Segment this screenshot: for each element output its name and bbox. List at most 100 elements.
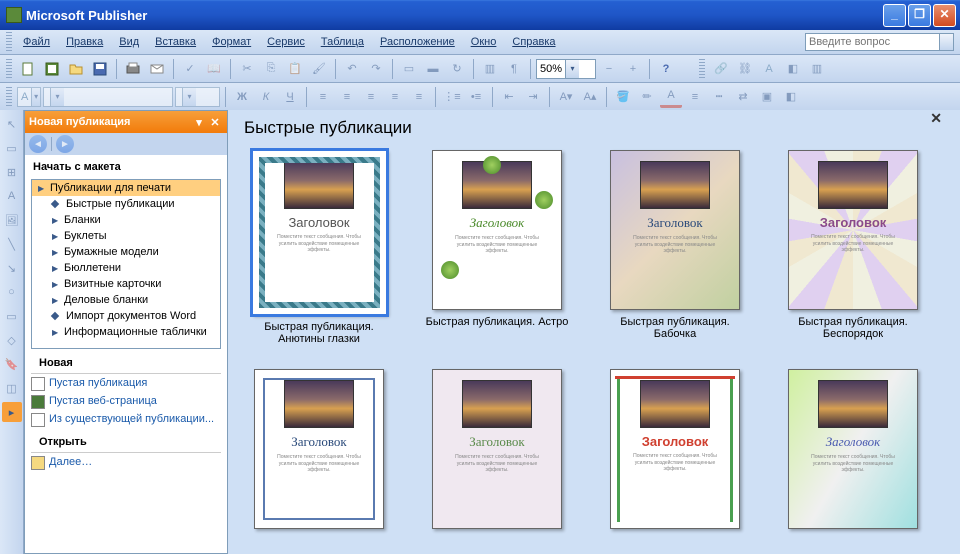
menu-help[interactable]: Справка: [504, 33, 563, 51]
menu-arrange[interactable]: Расположение: [372, 33, 463, 51]
pointer-tool[interactable]: ↖: [2, 114, 22, 134]
menu-file[interactable]: Файл: [15, 33, 58, 51]
tree-item-business[interactable]: ▶Деловые бланки: [32, 292, 220, 308]
nav-forward-button[interactable]: ►: [56, 135, 74, 153]
tree-item-info[interactable]: ▶Информационные таблички: [32, 324, 220, 340]
menu-edit[interactable]: Правка: [58, 33, 111, 51]
taskpane-toggle[interactable]: ▸: [2, 402, 22, 422]
oval-tool[interactable]: ○: [2, 282, 22, 302]
gallery-close-button[interactable]: ✕: [930, 110, 942, 127]
nav-back-button[interactable]: ◄: [29, 135, 47, 153]
help-dropdown-button[interactable]: [940, 33, 954, 51]
textbox-tool[interactable]: ▭: [2, 138, 22, 158]
shapes-tool[interactable]: ◇: [2, 330, 22, 350]
format-text-button[interactable]: A: [758, 58, 780, 80]
close-button[interactable]: ✕: [933, 4, 956, 27]
menu-service[interactable]: Сервис: [259, 33, 313, 51]
template-card[interactable]: ЗаголовокПоместите текст сообщения. Чтоб…: [422, 150, 572, 349]
link-blank-web[interactable]: Пустая веб-страница: [25, 392, 227, 410]
underline-button[interactable]: Ч: [279, 86, 301, 108]
menu-insert[interactable]: Вставка: [147, 33, 204, 51]
distribute-button[interactable]: ≡: [408, 86, 430, 108]
zoom-combo[interactable]: 50%▾: [536, 59, 596, 79]
font-size-dec-button[interactable]: A▾: [555, 86, 577, 108]
tree-item-paper[interactable]: ▶Бумажные модели: [32, 244, 220, 260]
arrow-style-button[interactable]: ⇄: [732, 86, 754, 108]
justify-button[interactable]: ≡: [384, 86, 406, 108]
arrow-tool[interactable]: ↘: [2, 258, 22, 278]
zoom-out-button[interactable]: −: [598, 58, 620, 80]
template-card[interactable]: ЗаголовокПоместите текст сообщения. Чтоб…: [778, 369, 928, 554]
size-combo[interactable]: ▾: [175, 87, 220, 107]
undo-button[interactable]: ↶: [341, 58, 363, 80]
tree-item-blanks[interactable]: ▶Бланки: [32, 212, 220, 228]
redo-button[interactable]: ↷: [365, 58, 387, 80]
bookmark-tool[interactable]: 🔖: [2, 354, 22, 374]
wordart-tool[interactable]: A: [2, 186, 22, 206]
copy-button[interactable]: ⎘: [260, 58, 282, 80]
menu-table[interactable]: Таблица: [313, 33, 372, 51]
link-blank-pub[interactable]: Пустая публикация: [25, 374, 227, 392]
tree-item-newsletters[interactable]: ▶Бюллетени: [32, 260, 220, 276]
zoom-in-button[interactable]: +: [622, 58, 644, 80]
templates-button[interactable]: [41, 58, 63, 80]
link-from-existing[interactable]: Из существующей публикации...: [25, 410, 227, 428]
align-left-button[interactable]: ≡: [312, 86, 334, 108]
help-search-input[interactable]: [805, 33, 940, 51]
shadow-button[interactable]: ▣: [756, 86, 778, 108]
indent-inc-button[interactable]: ⇥: [522, 86, 544, 108]
tree-item-import[interactable]: Импорт документов Word: [32, 308, 220, 324]
menu-window[interactable]: Окно: [463, 33, 505, 51]
link-button[interactable]: 🔗: [710, 58, 732, 80]
template-card[interactable]: ЗаголовокПоместите текст сообщения. Чтоб…: [600, 150, 750, 349]
design-gallery-tool[interactable]: ◫: [2, 378, 22, 398]
minimize-button[interactable]: _: [883, 4, 906, 27]
tree-item-cards[interactable]: ▶Визитные карточки: [32, 276, 220, 292]
taskpane-menu-button[interactable]: ▾: [191, 114, 207, 130]
rect-tool[interactable]: ▭: [2, 306, 22, 326]
format-painter-button[interactable]: 🖌: [308, 58, 330, 80]
spell-button[interactable]: ✓: [179, 58, 201, 80]
dash-style-button[interactable]: ┅: [708, 86, 730, 108]
picture-tool[interactable]: 🖼: [2, 210, 22, 230]
taskpane-close-button[interactable]: ✕: [207, 114, 223, 130]
print-button[interactable]: [122, 58, 144, 80]
unlink-button[interactable]: ⛓: [734, 58, 756, 80]
research-button[interactable]: 📖: [203, 58, 225, 80]
line-style-button[interactable]: ≡: [684, 86, 706, 108]
align-right-button[interactable]: ≡: [360, 86, 382, 108]
link-more[interactable]: Далее…: [25, 453, 227, 471]
new-button[interactable]: [17, 58, 39, 80]
save-button[interactable]: [89, 58, 111, 80]
indent-dec-button[interactable]: ⇤: [498, 86, 520, 108]
maximize-button[interactable]: ❐: [908, 4, 931, 27]
align-center-button[interactable]: ≡: [336, 86, 358, 108]
3d-button[interactable]: ◧: [780, 86, 802, 108]
bullets-button[interactable]: •≡: [465, 86, 487, 108]
template-card[interactable]: ЗаголовокПоместите текст сообщения. Чтоб…: [600, 369, 750, 554]
italic-button[interactable]: К: [255, 86, 277, 108]
menu-format[interactable]: Формат: [204, 33, 259, 51]
menu-view[interactable]: Вид: [111, 33, 147, 51]
font-combo[interactable]: ▾: [43, 87, 173, 107]
help-button[interactable]: ?: [655, 58, 677, 80]
fill-color-button[interactable]: 🪣: [612, 86, 634, 108]
font-color-button[interactable]: A: [660, 86, 682, 108]
template-card[interactable]: ЗаголовокПоместите текст сообщения. Чтоб…: [778, 150, 928, 349]
line-color-button[interactable]: ✏: [636, 86, 658, 108]
tree-item-booklets[interactable]: ▶Буклеты: [32, 228, 220, 244]
send-back-button[interactable]: ▬: [422, 58, 444, 80]
cut-button[interactable]: ✂: [236, 58, 258, 80]
template-tree[interactable]: ▶Публикации для печати Быстрые публикаци…: [31, 179, 221, 349]
font-size-inc-button[interactable]: A▴: [579, 86, 601, 108]
columns-button[interactable]: ▥: [479, 58, 501, 80]
template-card[interactable]: ЗаголовокПоместите текст сообщения. Чтоб…: [422, 369, 572, 554]
tree-item-quick[interactable]: Быстрые публикации: [32, 196, 220, 212]
paste-button[interactable]: 📋: [284, 58, 306, 80]
paragraph-button[interactable]: ¶: [503, 58, 525, 80]
table-tool[interactable]: ⊞: [2, 162, 22, 182]
style-combo[interactable]: A▾: [17, 87, 41, 107]
open-button[interactable]: [65, 58, 87, 80]
fill-format-button[interactable]: ◧: [782, 58, 804, 80]
template-card[interactable]: ЗаголовокПоместите текст сообщения. Чтоб…: [244, 369, 394, 554]
